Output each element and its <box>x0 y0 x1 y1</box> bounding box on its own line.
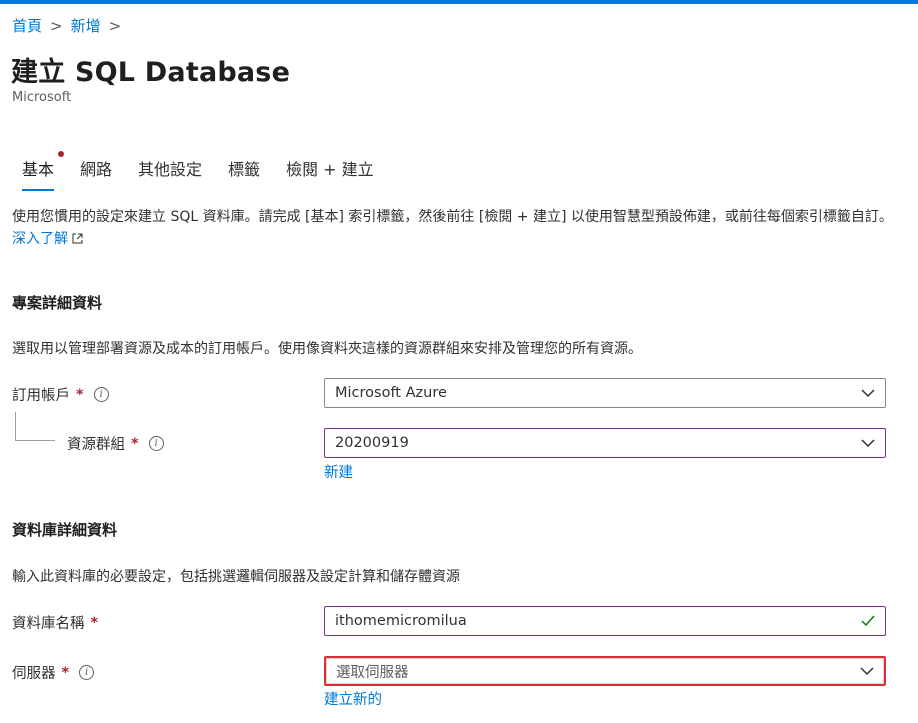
chevron-right-icon: > <box>50 16 63 35</box>
tree-connector-vertical <box>15 412 16 440</box>
breadcrumb: 首頁 > 新增 > <box>12 15 129 36</box>
chevron-right-icon: > <box>108 16 122 35</box>
resource-group-label-text: 資源群組 <box>67 437 125 453</box>
intro-body: 使用您慣用的設定來建立 SQL 資料庫。請完成 [基本] 索引標籤，然後前往 [… <box>12 209 893 225</box>
subscription-value: Microsoft Azure <box>335 385 447 401</box>
database-details-heading: 資料庫詳細資料 <box>12 521 118 539</box>
tab-bar: 基本 網路 其他設定 標籤 檢閱 + 建立 <box>12 151 390 191</box>
info-icon[interactable]: i <box>79 665 95 680</box>
server-label: 伺服器 * i <box>12 662 95 683</box>
learn-more-link[interactable]: 深入了解 <box>12 231 83 247</box>
server-label-text: 伺服器 <box>12 666 56 682</box>
top-accent-bar <box>0 0 918 4</box>
create-new-server-link[interactable]: 建立新的 <box>324 688 382 709</box>
error-dot-icon <box>58 151 65 157</box>
tab-tags[interactable]: 標籤 <box>218 152 270 188</box>
database-details-description: 輸入此資料庫的必要設定，包括挑選邏輯伺服器及設定計算和儲存體資源 <box>12 569 460 585</box>
tree-connector-horizontal <box>15 440 55 441</box>
tab-label: 網路 <box>80 160 113 179</box>
chevron-down-icon <box>861 438 875 447</box>
chevron-down-icon <box>860 666 874 675</box>
tab-label: 其他設定 <box>138 160 203 179</box>
tab-networking[interactable]: 網路 <box>70 152 122 188</box>
subscription-label: 訂用帳戶 * i <box>12 384 109 405</box>
server-placeholder: 選取伺服器 <box>336 664 409 681</box>
resource-group-value: 20200919 <box>335 435 409 451</box>
page-title: 建立 SQL Database <box>11 57 291 88</box>
learn-more-label: 深入了解 <box>12 231 68 247</box>
tab-additional-settings[interactable]: 其他設定 <box>128 152 212 188</box>
breadcrumb-new[interactable]: 新增 <box>71 15 101 36</box>
chevron-down-icon <box>861 388 875 397</box>
database-name-input[interactable]: ithomemicromilua <box>324 606 886 636</box>
project-details-description: 選取用以管理部署資源及成本的訂用帳戶。使用像資料夾這樣的資源群組來安排及管理您的… <box>12 341 642 357</box>
tab-label: 基本 <box>22 160 55 179</box>
resource-group-select[interactable]: 20200919 <box>324 428 886 458</box>
intro-text: 使用您慣用的設定來建立 SQL 資料庫。請完成 [基本] 索引標籤，然後前往 [… <box>12 206 900 250</box>
database-name-label-text: 資料庫名稱 <box>12 616 85 632</box>
required-marker: * <box>90 614 99 631</box>
external-link-icon <box>72 233 83 244</box>
info-icon[interactable]: i <box>148 436 164 451</box>
breadcrumb-home[interactable]: 首頁 <box>12 15 42 36</box>
subscription-select[interactable]: Microsoft Azure <box>324 378 886 408</box>
server-select[interactable]: 選取伺服器 <box>324 656 886 686</box>
checkmark-icon <box>861 615 875 627</box>
required-marker: * <box>61 664 70 681</box>
resource-group-label: 資源群組 * i <box>67 433 164 454</box>
subscription-label-text: 訂用帳戶 <box>12 388 70 404</box>
database-name-label: 資料庫名稱 * <box>12 612 98 633</box>
required-marker: * <box>76 386 84 403</box>
database-name-value: ithomemicromilua <box>335 613 467 629</box>
tab-label: 檢閱 + 建立 <box>286 160 374 179</box>
tab-basics[interactable]: 基本 <box>12 151 65 191</box>
project-details-heading: 專案詳細資料 <box>12 294 103 312</box>
tab-label: 標籤 <box>228 160 261 179</box>
required-marker: * <box>131 435 139 452</box>
create-resource-group-link[interactable]: 新建 <box>324 461 353 482</box>
info-icon[interactable]: i <box>93 387 109 402</box>
publisher-label: Microsoft <box>12 90 72 105</box>
tab-review-create[interactable]: 檢閱 + 建立 <box>276 152 384 188</box>
